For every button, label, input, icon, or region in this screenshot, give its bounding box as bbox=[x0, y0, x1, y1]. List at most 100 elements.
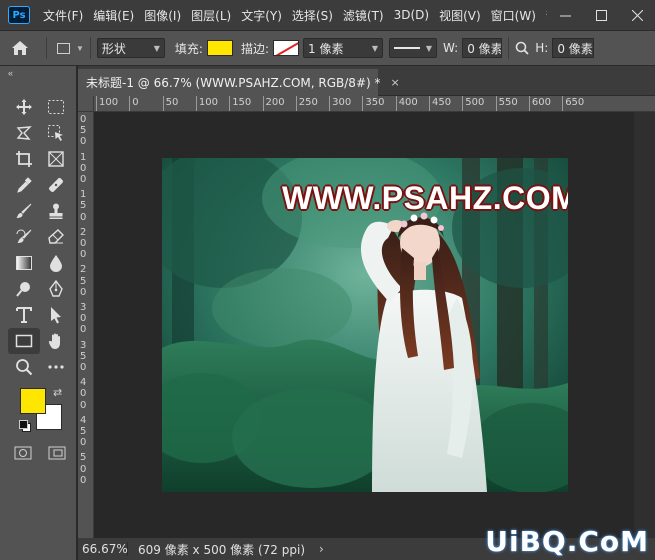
home-icon[interactable] bbox=[0, 33, 40, 63]
ruler-tick-label: 0 bbox=[80, 162, 87, 174]
width-field[interactable]: 0 像素 bbox=[462, 38, 503, 58]
brush-icon[interactable] bbox=[8, 198, 40, 224]
menu-view[interactable]: 视图(V) bbox=[434, 7, 486, 24]
chevron-down-icon: ▼ bbox=[371, 43, 379, 53]
ruler-tick-label: 1 bbox=[80, 151, 87, 163]
ruler-tick-label: 1 bbox=[80, 189, 87, 201]
chevron-down-icon: ▼ bbox=[153, 43, 160, 53]
vertical-scrollbar[interactable] bbox=[634, 112, 655, 538]
more-tools-icon[interactable] bbox=[40, 354, 72, 380]
blur-icon[interactable] bbox=[40, 250, 72, 276]
height-field[interactable]: 0 像素 bbox=[552, 38, 595, 58]
menu-select[interactable]: 选择(S) bbox=[287, 7, 338, 24]
ruler-tick-label: 0 bbox=[80, 388, 87, 400]
ruler-tick bbox=[295, 96, 297, 111]
window-controls bbox=[547, 0, 655, 30]
ruler-tick bbox=[562, 96, 564, 111]
menu-layer[interactable]: 图层(L) bbox=[186, 7, 236, 24]
menu-type[interactable]: 文字(Y) bbox=[236, 7, 287, 24]
close-icon[interactable]: × bbox=[391, 76, 400, 89]
stamp-icon[interactable] bbox=[40, 198, 72, 224]
document-tab[interactable]: 未标题-1 @ 66.7% (WWW.PSAHZ.COM, RGB/8#) * … bbox=[78, 69, 400, 96]
stroke-width-field[interactable]: 1 像素 ▼ bbox=[303, 38, 384, 58]
zoom-level-field[interactable]: 66.67% bbox=[78, 542, 128, 556]
ruler-origin[interactable] bbox=[78, 96, 94, 112]
marquee-icon[interactable] bbox=[40, 94, 72, 120]
ruler-tick-label: 50 bbox=[165, 97, 179, 108]
object-select-icon[interactable] bbox=[40, 120, 72, 146]
ruler-tick bbox=[229, 96, 231, 111]
chevron-down-icon: ▼ bbox=[425, 43, 433, 53]
watermark-text: WWW.PSAHZ.COM bbox=[282, 180, 568, 216]
rectangle-icon[interactable] bbox=[8, 328, 40, 354]
ruler-tick-label: 0 bbox=[132, 97, 139, 108]
path-select-icon[interactable] bbox=[40, 302, 72, 328]
ruler-tick-label: 3 bbox=[80, 302, 87, 313]
document-info: 609 像素 x 500 像素 (72 ppi) bbox=[138, 542, 305, 557]
gradient-icon[interactable] bbox=[8, 250, 40, 276]
tool-preset-picker[interactable]: ▼ bbox=[57, 42, 84, 54]
menu-3d[interactable]: 3D(D) bbox=[389, 8, 434, 22]
menu-edit[interactable]: 编辑(E) bbox=[88, 7, 139, 24]
ruler-tick-label: 450 bbox=[432, 97, 452, 108]
ruler-tick-label: 400 bbox=[398, 97, 418, 108]
color-swatches: ⇄ bbox=[19, 386, 68, 436]
ruler-tick-label: 250 bbox=[298, 97, 318, 108]
eyedropper-icon[interactable] bbox=[8, 172, 40, 198]
chevron-right-icon[interactable]: › bbox=[319, 542, 324, 556]
minimize-icon[interactable] bbox=[547, 0, 583, 30]
eraser-icon[interactable] bbox=[40, 224, 72, 250]
frame-icon[interactable] bbox=[40, 146, 72, 172]
tool-mode-value: 形状 bbox=[101, 41, 126, 56]
zoom-icon[interactable] bbox=[8, 354, 40, 380]
ruler-tick bbox=[429, 96, 430, 111]
healing-icon[interactable] bbox=[40, 172, 72, 198]
default-colors-icon[interactable] bbox=[19, 420, 31, 432]
divider bbox=[89, 37, 91, 59]
history-brush-icon[interactable] bbox=[8, 224, 40, 250]
pen-icon[interactable] bbox=[40, 276, 72, 302]
collapse-panel-icon[interactable]: « bbox=[0, 66, 76, 80]
ruler-tick bbox=[329, 96, 331, 111]
swap-colors-icon[interactable]: ⇄ bbox=[53, 386, 62, 399]
menu-image[interactable]: 图像(I) bbox=[139, 7, 186, 24]
foreground-color-swatch[interactable] bbox=[20, 388, 46, 414]
maximize-icon[interactable] bbox=[583, 0, 619, 30]
document-canvas[interactable]: WWW.PSAHZ.COM bbox=[162, 158, 568, 492]
ruler-tick-label: 0 bbox=[80, 136, 87, 148]
screen-mode-icon[interactable] bbox=[48, 446, 66, 463]
ruler-tick-label: 5 bbox=[80, 350, 87, 362]
menu-file[interactable]: 文件(F) bbox=[38, 7, 88, 24]
hand-icon[interactable] bbox=[40, 328, 72, 354]
tool-mode-select[interactable]: 形状 ▼ bbox=[96, 38, 165, 58]
dodge-icon[interactable] bbox=[8, 276, 40, 302]
ruler-tick-label: 5 bbox=[80, 452, 87, 464]
close-icon[interactable] bbox=[619, 0, 655, 30]
ruler-tick-label: 5 bbox=[80, 275, 87, 287]
quick-mask-icon[interactable] bbox=[14, 446, 32, 463]
stroke-color-swatch[interactable] bbox=[273, 40, 300, 56]
lasso-icon[interactable] bbox=[8, 120, 40, 146]
ruler-tick-label: 0 bbox=[80, 313, 87, 325]
search-icon[interactable] bbox=[515, 41, 529, 55]
horizontal-ruler[interactable]: 100 0 50 100 150 200 250 300 350 400 450 500 550 600 6… bbox=[94, 96, 655, 112]
ruler-tick bbox=[129, 96, 131, 111]
fill-color-swatch[interactable] bbox=[206, 40, 233, 56]
document-tab-bar: 未标题-1 @ 66.7% (WWW.PSAHZ.COM, RGB/8#) * … bbox=[78, 66, 655, 96]
vertical-ruler[interactable]: 050100150200250300350400450500 bbox=[78, 112, 94, 538]
ruler-tick bbox=[495, 96, 497, 111]
divider bbox=[508, 37, 510, 59]
ruler-tick-label: 100 bbox=[198, 97, 218, 108]
type-icon[interactable] bbox=[8, 302, 40, 328]
crop-icon[interactable] bbox=[8, 146, 40, 172]
stroke-width-value: 1 像素 bbox=[308, 41, 344, 56]
menu-filter[interactable]: 滤镜(T) bbox=[338, 7, 389, 24]
options-bar: ▼ 形状 ▼ 填充: 描边: 1 像素 ▼ ▼ W: 0 像素 H: 0 像素 bbox=[0, 30, 655, 66]
ruler-tick-label: 0 bbox=[80, 437, 87, 449]
ruler-tick-label: 2 bbox=[80, 226, 87, 238]
menu-window[interactable]: 窗口(W) bbox=[486, 7, 541, 24]
ruler-tick-label: 600 bbox=[531, 97, 551, 108]
move-icon[interactable] bbox=[8, 94, 40, 120]
stroke-type-select[interactable]: ▼ bbox=[389, 38, 438, 58]
ruler-tick-label: 550 bbox=[498, 97, 518, 108]
